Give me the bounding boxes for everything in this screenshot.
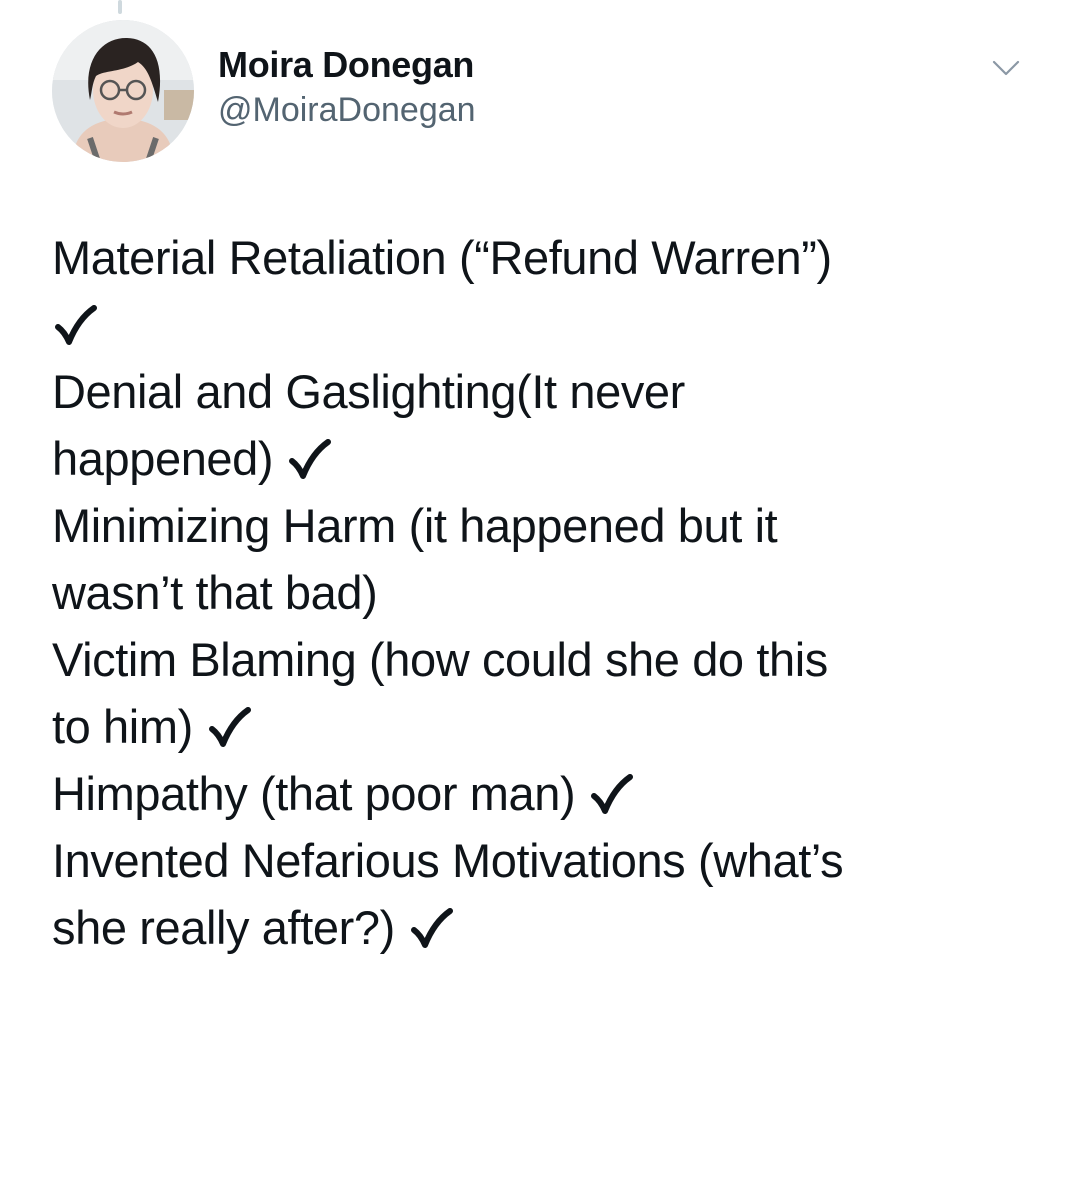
check-mark-icon [286,439,332,481]
tweet-line: Himpathy (that poor man) [52,760,1042,827]
tweet-text: Material Retaliation (“Refund Warren”) D… [52,224,1042,961]
tweet-line: Invented Nefarious Motivations (what’s [52,834,844,887]
tweet-line: Material Retaliation (“Refund Warren”) [52,231,832,284]
check-mark-icon [588,774,634,816]
author-names: Moira Donegan @MoiraDonegan [218,44,476,130]
check-mark-icon [206,707,252,749]
chevron-down-icon[interactable] [988,56,1024,80]
tweet-line: Minimizing Harm (it happened but it [52,499,778,552]
tweet-header: Moira Donegan @MoiraDonegan [0,0,1069,180]
username-handle[interactable]: @MoiraDonegan [218,90,476,130]
avatar[interactable] [52,20,194,162]
tweet-line [52,291,1042,358]
display-name[interactable]: Moira Donegan [218,44,476,86]
tweet-line: wasn’t that bad) [52,566,378,619]
tweet-line: to him) [52,693,1042,760]
tweet-line: Victim Blaming (how could she do this [52,633,828,686]
check-mark-icon [52,305,98,347]
tweet-line: happened) [52,425,1042,492]
tweet-line: she really after?) [52,894,1042,961]
tweet-line: Denial and Gaslighting(It never [52,365,685,418]
check-mark-icon [408,908,454,950]
